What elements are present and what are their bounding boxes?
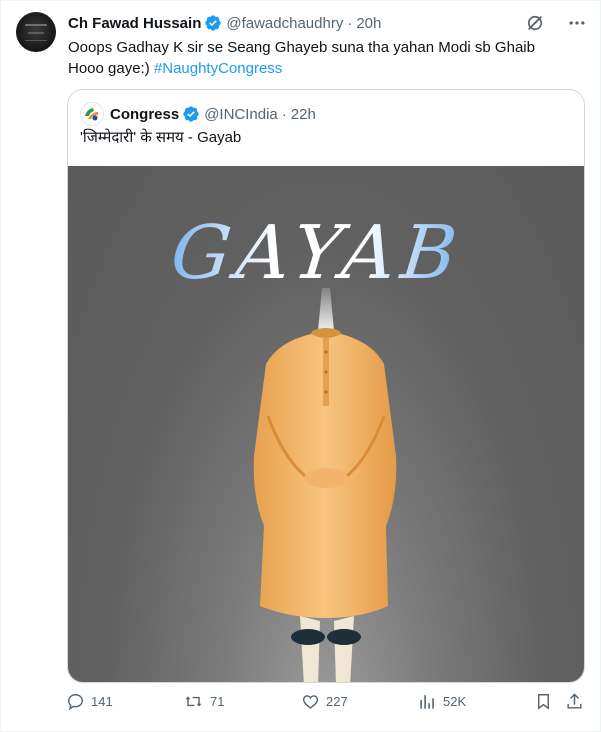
verified-badge-icon bbox=[205, 15, 222, 31]
quoted-avatar[interactable] bbox=[80, 102, 104, 126]
author-avatar[interactable] bbox=[16, 12, 56, 52]
reply-button[interactable]: 141 bbox=[66, 692, 113, 711]
more-icon[interactable] bbox=[567, 13, 587, 33]
repost-count: 71 bbox=[210, 694, 225, 709]
share-icon bbox=[567, 693, 582, 709]
views-button[interactable]: 52K bbox=[418, 692, 466, 711]
share-button[interactable] bbox=[565, 692, 584, 711]
tweet-header: Ch Fawad Hussain @fawadchaudhry · 20h bbox=[68, 13, 381, 33]
quoted-author-name[interactable]: Congress bbox=[110, 106, 179, 123]
quoted-time[interactable]: 22h bbox=[291, 106, 316, 123]
reply-count: 141 bbox=[91, 694, 113, 709]
like-count: 227 bbox=[326, 694, 348, 709]
quoted-header: Congress @INCIndia · 22h bbox=[80, 102, 316, 126]
bookmark-icon bbox=[538, 694, 549, 710]
like-button[interactable]: 227 bbox=[301, 692, 348, 711]
separator-dot: · bbox=[281, 105, 287, 123]
verified-badge-icon bbox=[183, 106, 199, 122]
quoted-text: 'जिम्मेदारी' के समय - Gayab bbox=[80, 129, 242, 146]
tweet-top-actions bbox=[525, 13, 587, 33]
tweet-time[interactable]: 20h bbox=[356, 15, 381, 32]
bookmark-button[interactable] bbox=[534, 692, 553, 711]
author-name[interactable]: Ch Fawad Hussain bbox=[68, 15, 201, 32]
separator-dot: · bbox=[347, 14, 353, 32]
quoted-tweet[interactable]: Congress @INCIndia · 22h 'जिम्मेदारी' के… bbox=[67, 89, 585, 683]
author-handle[interactable]: @fawadchaudhry bbox=[226, 15, 343, 32]
repost-button[interactable]: 71 bbox=[183, 692, 224, 711]
tweet-text: Ooops Gadhay K sir se Seang Ghayeb suna … bbox=[68, 37, 568, 79]
grok-icon[interactable] bbox=[525, 13, 545, 33]
views-icon bbox=[420, 695, 434, 709]
quoted-handle[interactable]: @INCIndia bbox=[204, 106, 278, 123]
views-count: 52K bbox=[443, 694, 467, 709]
tweet-actions: 141 71 227 52K bbox=[0, 692, 601, 718]
repost-icon bbox=[185, 696, 202, 707]
heart-icon bbox=[302, 695, 319, 709]
quoted-image[interactable]: GAYAB bbox=[68, 166, 584, 682]
headless-kurta-illustration: GAYAB bbox=[167, 210, 467, 682]
image-title: GAYAB bbox=[167, 210, 466, 296]
tweet-body: Ooops Gadhay K sir se Seang Ghayeb suna … bbox=[68, 39, 535, 77]
hashtag-link[interactable]: #NaughtyCongress bbox=[154, 60, 282, 77]
reply-icon bbox=[68, 694, 83, 711]
